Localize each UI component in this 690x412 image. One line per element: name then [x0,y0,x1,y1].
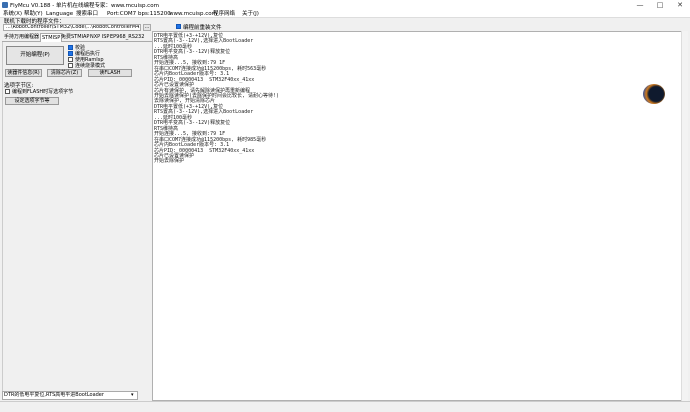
tab-ep968-rs232[interactable]: EP968_RS232 [109,33,145,42]
use-ramisp-checkbox[interactable] [68,57,73,62]
menu-port[interactable]: Port:COM7 [107,10,136,18]
app-icon [2,2,8,8]
menu-program-network[interactable]: 程序网络 [213,10,235,18]
continuous-mode-checkbox[interactable] [68,63,73,68]
minimize-button[interactable]: — [630,0,650,10]
menu-about[interactable]: 关于(J) [242,10,259,18]
tab-stmisp[interactable]: STMISP [40,33,63,42]
read-flash-button[interactable]: 读FLASH [88,69,132,77]
reset-mode-combo[interactable]: DTR的低电平复位,RTS高电平进BootLoader [2,391,138,400]
tab-nxp-isp[interactable]: NXP ISP [89,33,110,42]
menu-website[interactable]: www.mcuisp.com [169,10,217,18]
write-option-label: 编程到FLASH时写选项字节 [12,89,74,95]
status-bar [0,401,690,412]
write-option-checkbox[interactable] [5,89,10,94]
erase-chip-button[interactable]: 清除芯片(Z) [47,69,82,77]
continuous-mode-label: 连续烧录模式 [75,63,106,69]
reload-before-program-checkbox[interactable] [176,24,181,29]
logo-icon [643,84,665,104]
set-option-bytes-button[interactable]: 设定选项字节等 [5,97,59,105]
start-program-button[interactable]: 开始编程(P) [6,46,64,65]
verify-checkbox[interactable] [68,45,73,50]
read-info-button[interactable]: 读器件信息(R) [5,69,42,77]
menu-search-port[interactable]: 搜索串口 [76,10,98,18]
menu-bar [0,10,690,18]
tab-free-stmiap[interactable]: 免费STMIAP [60,33,90,42]
run-after-checkbox[interactable] [68,51,73,56]
menu-bps[interactable]: bps:115200 [138,10,171,18]
close-button[interactable]: ✕ [670,0,690,10]
browse-button[interactable]: ... [143,24,151,31]
maximize-button[interactable]: □ [650,0,670,10]
log-scrollbar[interactable] [681,31,688,401]
reload-before-program-label: 编程前重装文件 [183,25,222,31]
chevron-down-icon[interactable]: ▾ [131,392,134,398]
window-title: FlyMcu V0.188 - 单片机在线编程专家：www.mcuisp.com [10,3,159,9]
file-path-combo[interactable]: ...\RobotController\STM32\Code\...\Robot… [3,24,141,31]
tab-universal-programmer[interactable]: 手持万用编程器 [3,33,40,42]
output-log-text: DTR电平置低(+3-+12V),复位 RTS置高(-3--12V),选择进入B… [154,33,280,165]
